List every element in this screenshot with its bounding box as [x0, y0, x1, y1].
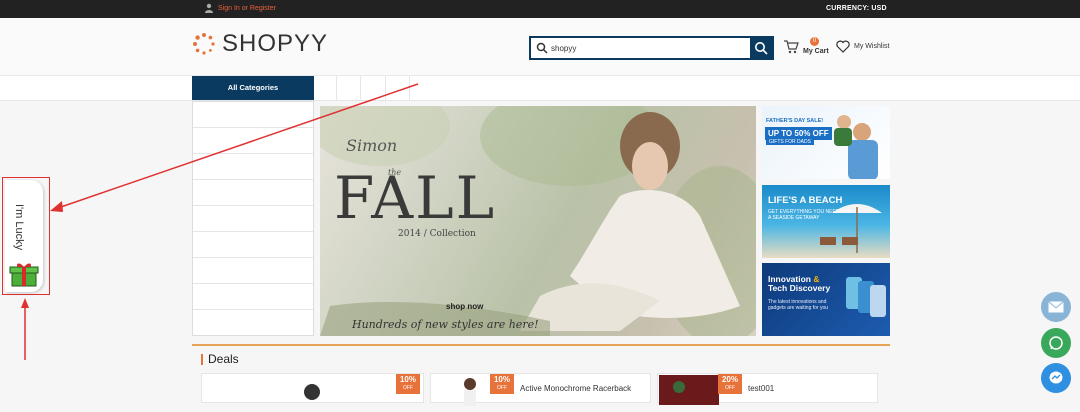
deal-card[interactable]: test001 — [657, 373, 878, 405]
banner-fall: FALL — [334, 164, 497, 232]
discount-badge: 10% OFF — [490, 374, 514, 394]
cart-count-badge: 0 — [810, 37, 819, 46]
search-bar — [529, 36, 774, 60]
search-icon — [536, 42, 548, 54]
category-item[interactable] — [193, 102, 313, 128]
cart-icon — [784, 39, 799, 53]
search-button[interactable] — [750, 38, 772, 58]
whatsapp-icon — [1049, 336, 1063, 350]
category-item[interactable] — [193, 258, 313, 284]
ad-sub: The latest innovations and gadgets are w… — [768, 299, 829, 311]
gift-icon — [9, 263, 39, 287]
ad-beach[interactable]: LIFE'S A BEACH GET EVERYTHING YOU NEED F… — [762, 185, 890, 258]
category-item[interactable] — [193, 128, 313, 154]
nav-divider — [385, 76, 386, 100]
ad-sub: GET EVERYTHING YOU NEED FOR A SEASIDE GE… — [768, 209, 852, 221]
hero-banner[interactable]: Simon the FALL 2014 / Collection shop no… — [320, 106, 756, 336]
discount-badge: 10% OFF — [396, 374, 420, 394]
cart-label[interactable]: My Cart — [803, 48, 829, 55]
nav-divider — [360, 76, 361, 100]
category-item[interactable] — [193, 180, 313, 206]
discount-off: OFF — [403, 385, 413, 391]
deals-accent-bar — [201, 353, 203, 365]
banner-tagline: Hundreds of new styles are here! — [352, 318, 539, 331]
wishlist-button[interactable]: My Wishlist — [836, 40, 889, 53]
deal-title[interactable]: test001 — [748, 384, 774, 393]
ad-fathers-day[interactable]: FATHER'S DAY SALE! UP TO 50% OFF GIFTS F… — [762, 106, 890, 179]
category-item[interactable] — [193, 232, 313, 258]
deals-divider — [192, 344, 890, 346]
ad-title-b: Tech Discovery — [768, 283, 831, 293]
deal-card[interactable] — [201, 373, 424, 403]
category-item[interactable] — [193, 284, 313, 310]
discount-value: 10% — [399, 375, 416, 384]
ad-sub: GIFTS FOR DADS — [766, 139, 814, 145]
banner-simon: Simon — [346, 136, 398, 155]
product-image — [304, 384, 320, 400]
currency-selector[interactable]: CURRENCY: USD — [826, 5, 887, 12]
site-header: SHOPYY 0 My Cart My Wishlist — [0, 18, 1080, 76]
category-list — [192, 101, 314, 336]
discount-off: OFF — [725, 385, 735, 391]
signin-link[interactable]: Sign In or Register — [204, 3, 276, 13]
discount-value: 20% — [721, 375, 738, 384]
search-input[interactable] — [551, 40, 751, 56]
im-lucky-label[interactable]: I'm Lucky — [13, 204, 25, 250]
brand-name: SHOPYY — [222, 30, 329, 57]
heart-icon — [836, 40, 850, 53]
wishlist-label[interactable]: My Wishlist — [854, 43, 889, 50]
messenger-button[interactable] — [1041, 363, 1071, 393]
user-icon — [205, 3, 213, 13]
mail-button[interactable] — [1041, 292, 1071, 322]
search-icon — [755, 42, 768, 55]
nav-divider — [336, 76, 337, 100]
deals-title: Deals — [208, 352, 239, 366]
category-item[interactable] — [193, 154, 313, 180]
annotation-arrowhead — [50, 201, 63, 212]
signin-label[interactable]: Sign In or Register — [218, 5, 276, 12]
currency-text[interactable]: CURRENCY: USD — [826, 5, 887, 12]
discount-value: 10% — [493, 375, 510, 384]
nav-bar: All Categories — [0, 76, 1080, 101]
product-image — [659, 375, 719, 405]
deal-card[interactable]: Active Monochrome Racerback — [430, 373, 651, 406]
nav-divider — [409, 76, 410, 100]
product-image — [464, 378, 476, 406]
im-lucky-button[interactable]: I'm Lucky — [5, 180, 43, 292]
cart-button[interactable]: 0 My Cart — [783, 37, 829, 55]
ad-title: Innovation & Tech Discovery — [768, 275, 830, 293]
annotation-arrowhead — [21, 298, 29, 308]
deal-title[interactable]: Active Monochrome Racerback — [520, 384, 631, 393]
category-item[interactable] — [193, 206, 313, 232]
ad-title: LIFE'S A BEACH — [768, 195, 843, 206]
all-categories-button[interactable]: All Categories — [192, 76, 314, 100]
im-lucky-highlight: I'm Lucky — [2, 177, 50, 295]
top-bar: Sign In or Register CURRENCY: USD — [0, 0, 1080, 18]
logo-mark-icon — [193, 33, 215, 55]
ad-tech[interactable]: Innovation & Tech Discovery The latest i… — [762, 263, 890, 336]
mail-icon — [1048, 301, 1064, 313]
discount-badge: 20% OFF — [718, 374, 742, 394]
whatsapp-button[interactable] — [1041, 328, 1071, 358]
banner-collection: 2014 / Collection — [398, 229, 476, 239]
deals-heading: Deals — [201, 352, 239, 366]
logo[interactable]: SHOPYY — [192, 30, 328, 58]
discount-off: OFF — [497, 385, 507, 391]
ad-title: FATHER'S DAY SALE! — [766, 118, 824, 124]
shop-now-link[interactable]: shop now — [446, 302, 483, 311]
messenger-icon — [1049, 371, 1063, 384]
